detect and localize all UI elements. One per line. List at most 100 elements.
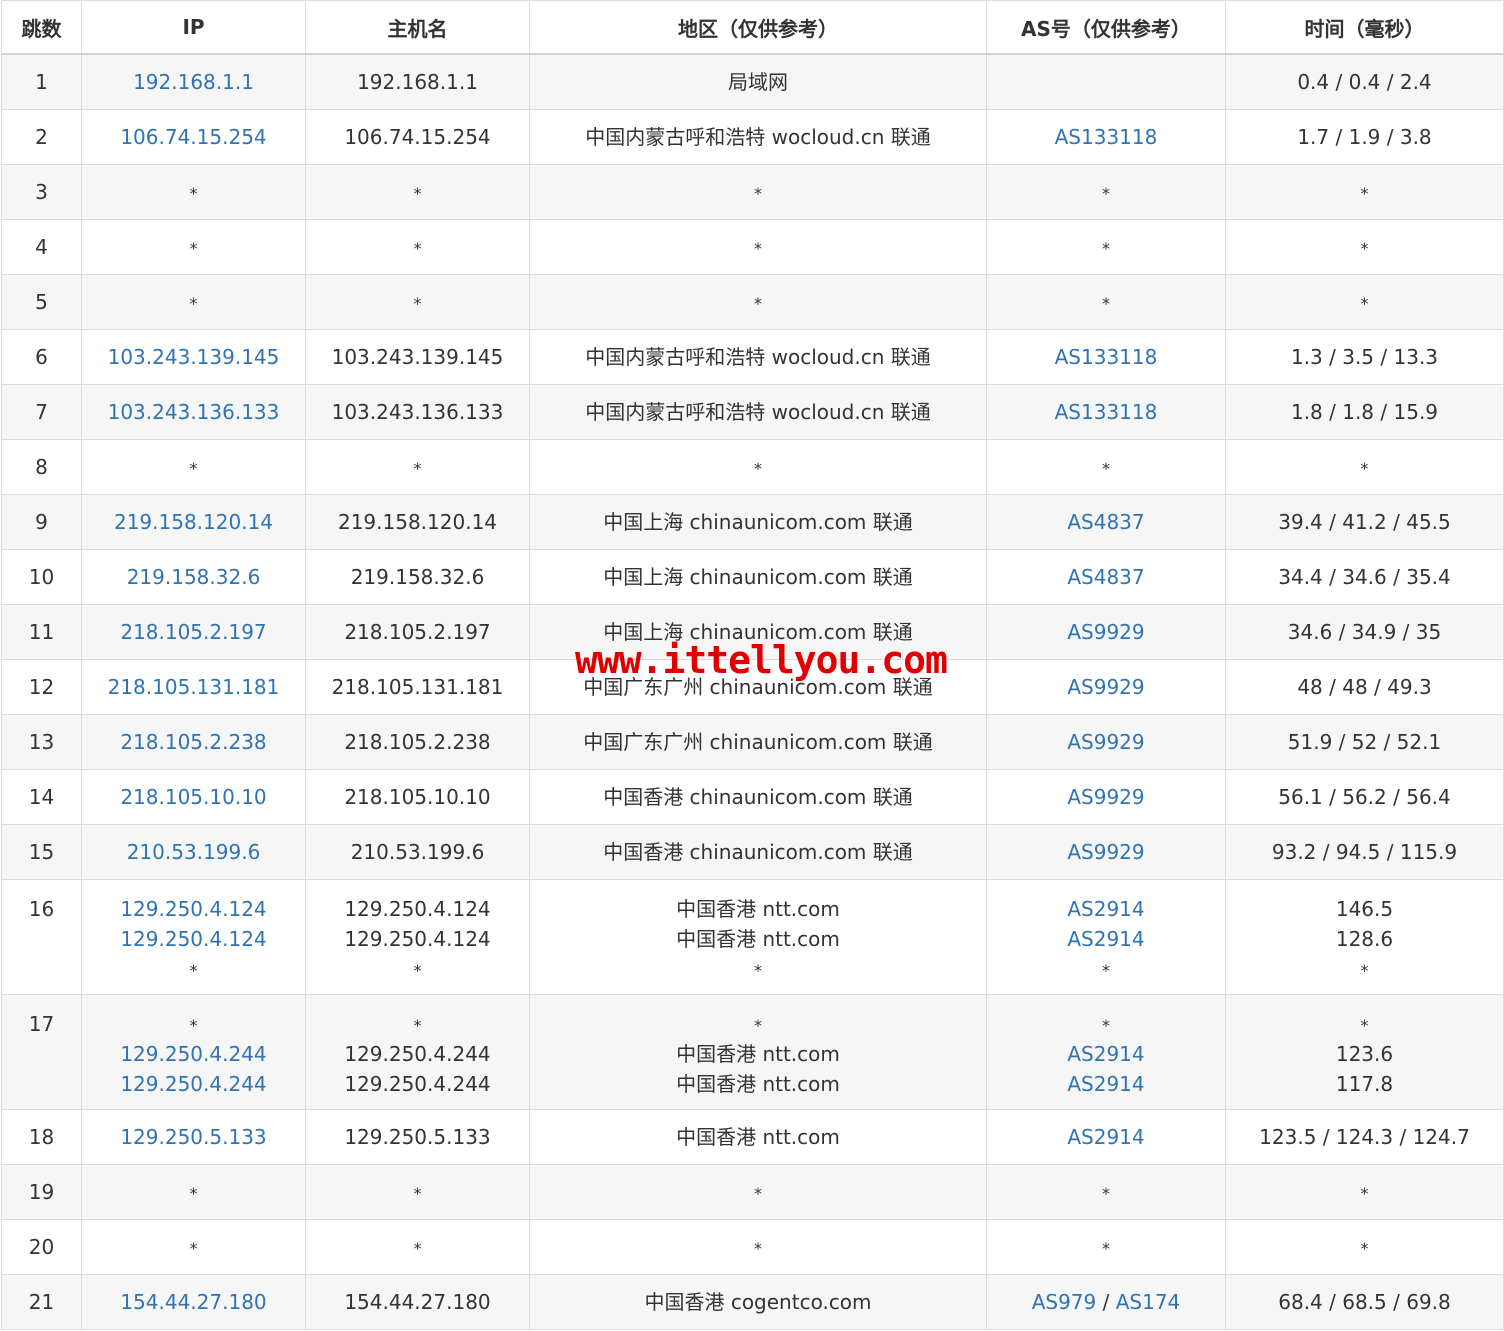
ip-link[interactable]: 103.243.136.133	[108, 400, 280, 424]
as-number-link[interactable]: AS9929	[1067, 620, 1144, 644]
time-cell: *	[1225, 1163, 1504, 1220]
table-row: 4 * * * * *	[1, 218, 1504, 275]
hostname-cell: 129.250.4.124 129.250.4.124 *	[305, 878, 530, 995]
as-number-link[interactable]: AS174	[1116, 1290, 1181, 1314]
ip-line: 129.250.4.244	[88, 1039, 299, 1069]
hop-number-cell: 8	[1, 438, 82, 495]
ip-link[interactable]: 218.105.131.181	[108, 675, 280, 699]
as-number-link[interactable]: AS2914	[1067, 1125, 1144, 1149]
region-value: 中国香港 chinaunicom.com 联通	[603, 784, 913, 809]
table-row: 6 103.243.139.145 103.243.139.145 中国内蒙古呼和浩特…	[1, 328, 1504, 385]
ip-cell: 218.105.10.10	[81, 768, 306, 825]
ip-link[interactable]: 210.53.199.6	[127, 840, 261, 864]
time-cell: * 123.6 117.8	[1225, 993, 1504, 1110]
as-number-link[interactable]: AS979	[1032, 1290, 1097, 1314]
ip-link[interactable]: 219.158.32.6	[127, 565, 261, 589]
as-number-link[interactable]: AS133118	[1055, 125, 1158, 149]
hostname-cell: 218.105.2.238	[305, 713, 530, 770]
region-cell: 中国广东广州 chinaunicom.com 联通	[529, 713, 987, 770]
hostname-line: 129.250.4.244	[312, 1039, 523, 1069]
time-line: *	[1232, 452, 1497, 482]
ip-link[interactable]: 218.105.2.238	[120, 730, 266, 754]
region-line: *	[536, 287, 980, 317]
hop-number: 21	[28, 1289, 55, 1314]
region-value: 中国香港 ntt.com	[676, 1124, 840, 1149]
as-number-link[interactable]: AS4837	[1067, 565, 1144, 589]
hop-number-cell: 4	[1, 218, 82, 275]
ip-line: 192.168.1.1	[88, 67, 299, 97]
as-number-link[interactable]: AS2914	[1067, 1042, 1144, 1066]
region-line: *	[536, 177, 980, 207]
table-row: 5 * * * * *	[1, 273, 1504, 330]
hostname-cell: 103.243.136.133	[305, 383, 530, 440]
ip-link[interactable]: 129.250.4.244	[120, 1042, 266, 1066]
as-number-link[interactable]: AS2914	[1067, 897, 1144, 921]
time-cell: 146.5 128.6 *	[1225, 878, 1504, 995]
table-body: 1 192.168.1.1 192.168.1.1 局域网 0.4 / 0.4 / 2.…	[1, 53, 1504, 1330]
ip-cell: 219.158.32.6	[81, 548, 306, 605]
ip-line: 129.250.4.124	[88, 894, 299, 924]
hostname-cell: 129.250.5.133	[305, 1108, 530, 1165]
as-number-link[interactable]: AS2914	[1067, 1072, 1144, 1096]
as-number-line: *	[993, 177, 1219, 207]
time-line: 34.6 / 34.9 / 35	[1232, 617, 1497, 647]
as-number-link[interactable]: AS9929	[1067, 840, 1144, 864]
hop-number: 3	[35, 179, 48, 204]
ip-line: *	[88, 452, 299, 482]
ip-link[interactable]: 103.243.139.145	[108, 345, 280, 369]
ip-link[interactable]: 129.250.4.244	[120, 1072, 266, 1096]
region-line: 中国广东广州 chinaunicom.com 联通	[536, 727, 980, 757]
as-number-cell: *	[986, 1163, 1226, 1220]
as-number-link[interactable]: AS133118	[1055, 400, 1158, 424]
region-cell: *	[529, 1218, 987, 1275]
region-cell: 中国香港 chinaunicom.com 联通	[529, 768, 987, 825]
hop-number-cell: 3	[1, 163, 82, 220]
no-response-marker: *	[413, 960, 422, 980]
region-value: 局域网	[728, 69, 788, 94]
ip-line: 219.158.120.14	[88, 507, 299, 537]
ip-link[interactable]: 219.158.120.14	[114, 510, 273, 534]
ip-line: 154.44.27.180	[88, 1287, 299, 1317]
no-response-marker: *	[1360, 1238, 1369, 1258]
as-number-link[interactable]: AS2914	[1067, 927, 1144, 951]
header-hostname: 主机名	[305, 0, 530, 55]
ip-link[interactable]: 129.250.5.133	[120, 1125, 266, 1149]
time-value: 123.5 / 124.3 / 124.7	[1259, 1124, 1470, 1149]
hop-number: 11	[28, 619, 55, 644]
as-number-cell: AS4837	[986, 548, 1226, 605]
as-number-link[interactable]: AS133118	[1055, 345, 1158, 369]
ip-link[interactable]: 129.250.4.124	[120, 897, 266, 921]
ip-link[interactable]: 192.168.1.1	[133, 70, 254, 94]
hostname-value: 129.250.4.124	[344, 896, 491, 921]
time-cell: *	[1225, 273, 1504, 330]
hostname-value: 103.243.139.145	[331, 344, 504, 369]
as-number-line: AS133118	[993, 122, 1219, 152]
time-line: 0.4 / 0.4 / 2.4	[1232, 67, 1497, 97]
no-response-marker: *	[1102, 458, 1110, 478]
ip-link[interactable]: 154.44.27.180	[120, 1290, 266, 1314]
ip-link[interactable]: 106.74.15.254	[120, 125, 266, 149]
as-number-cell: AS4837	[986, 493, 1226, 550]
no-response-marker: *	[189, 1015, 198, 1035]
ip-link[interactable]: 218.105.10.10	[120, 785, 266, 809]
region-line: 中国上海 chinaunicom.com 联通	[536, 617, 980, 647]
ip-link[interactable]: 218.105.2.197	[120, 620, 266, 644]
ip-cell: *	[81, 163, 306, 220]
time-value: 0.4 / 0.4 / 2.4	[1297, 69, 1432, 94]
no-response-marker: *	[189, 458, 198, 478]
hop-number-cell: 12	[1, 658, 82, 715]
ip-cell: 192.168.1.1	[81, 53, 306, 110]
region-line: 中国上海 chinaunicom.com 联通	[536, 562, 980, 592]
table-row: 14 218.105.10.10 218.105.10.10 中国香港 chinaun…	[1, 768, 1504, 825]
ip-line: 218.105.2.238	[88, 727, 299, 757]
hop-number: 14	[28, 784, 55, 809]
time-cell: 56.1 / 56.2 / 56.4	[1225, 768, 1504, 825]
as-number-line: AS9929	[993, 617, 1219, 647]
as-number-cell: AS2914 AS2914 *	[986, 878, 1226, 995]
as-number-link[interactable]: AS9929	[1067, 730, 1144, 754]
as-number-link[interactable]: AS9929	[1067, 675, 1144, 699]
ip-link[interactable]: 129.250.4.124	[120, 927, 266, 951]
as-number-link[interactable]: AS4837	[1067, 510, 1144, 534]
as-number-link[interactable]: AS9929	[1067, 785, 1144, 809]
table-row: 19 * * * * *	[1, 1163, 1504, 1220]
